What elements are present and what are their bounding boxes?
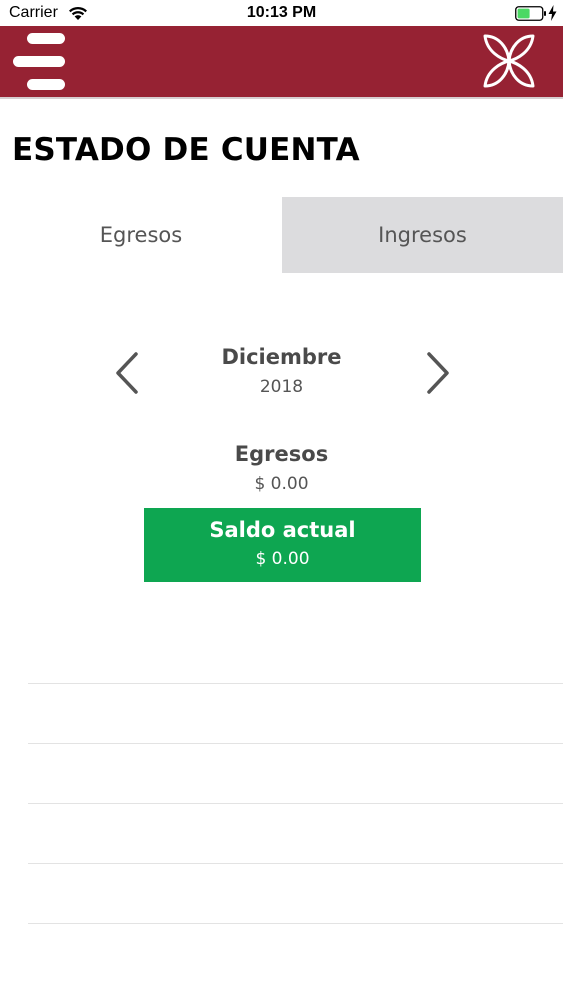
list-item [28, 744, 563, 804]
tab-ingresos[interactable]: Ingresos [282, 197, 563, 273]
list-item [28, 624, 563, 684]
current-balance-label: Saldo actual [209, 518, 356, 542]
header-divider [0, 97, 563, 99]
menu-bar-top [27, 33, 65, 44]
status-bar: Carrier 10:13 PM [0, 0, 563, 26]
list-item [28, 864, 563, 924]
tab-egresos[interactable]: Egresos [0, 197, 282, 273]
menu-bar-middle [13, 56, 65, 67]
month-label: Diciembre [221, 345, 342, 369]
year-label: 2018 [259, 377, 304, 397]
list-item [28, 684, 563, 744]
current-balance-card: Saldo actual $ 0.00 [144, 508, 421, 582]
egresos-summary-label: Egresos [234, 442, 329, 466]
tab-bar: Egresos Ingresos [0, 197, 563, 273]
page-title: ESTADO DE CUENTA [12, 132, 360, 168]
screen: Carrier 10:13 PM ESTADO DE CUENTA Egreso… [0, 0, 563, 1000]
flower-logo-icon [483, 34, 535, 88]
chevron-right-icon[interactable] [422, 350, 452, 396]
charging-bolt-icon [548, 5, 557, 21]
app-header [0, 26, 563, 97]
menu-bar-bottom [27, 79, 65, 90]
transactions-list [28, 624, 563, 924]
battery-icon [515, 6, 546, 21]
status-time: 10:13 PM [246, 4, 317, 21]
hamburger-menu-icon[interactable] [13, 33, 67, 91]
egresos-summary-value: $ 0.00 [254, 474, 309, 494]
current-balance-value: $ 0.00 [255, 549, 310, 569]
list-item [28, 804, 563, 864]
